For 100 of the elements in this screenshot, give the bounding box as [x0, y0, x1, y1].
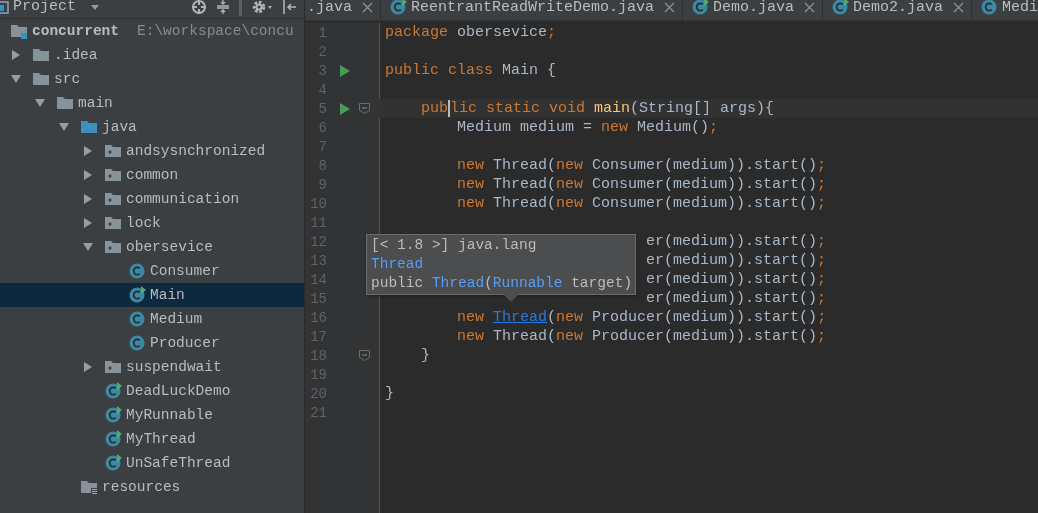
- code-line: pub lic static void main(String[] args){: [421, 99, 775, 118]
- tooltip-line: Thread: [371, 255, 425, 274]
- tree-row[interactable]: DeadLuckDemo: [0, 379, 304, 403]
- tree-item-label: common: [126, 167, 179, 183]
- folder-icon: [32, 70, 50, 88]
- code-line: er(medium)).start();: [646, 232, 827, 251]
- tree-row[interactable]: Main: [0, 283, 304, 307]
- tree-item-label: MyThread: [126, 431, 196, 447]
- tree-row[interactable]: concurrent E:\workspace\concu: [0, 19, 304, 43]
- code-line: new Thread(new Producer(medium)).start();: [457, 308, 827, 327]
- editor-tab[interactable]: Demo.java: [683, 0, 824, 20]
- settings-icon[interactable]: [251, 0, 273, 15]
- tree-row[interactable]: communication: [0, 187, 304, 211]
- tree-item-label: andsysnchronized: [126, 143, 266, 159]
- tree-item-label: suspendwait: [126, 359, 222, 375]
- tree-item-label: concurrent: [32, 23, 119, 39]
- code-line: }: [421, 346, 431, 365]
- runnable-class-icon: [104, 454, 122, 472]
- editor-tab[interactable]: .java: [305, 0, 381, 20]
- tree-row[interactable]: Producer: [0, 331, 304, 355]
- tree-item-label: UnSafeThread: [126, 455, 231, 471]
- tree-row[interactable]: Medium: [0, 307, 304, 331]
- tree-row[interactable]: lock: [0, 211, 304, 235]
- run-icon[interactable]: [340, 102, 350, 115]
- expanded-arrow-icon[interactable]: [10, 73, 22, 85]
- tree-row[interactable]: .idea: [0, 43, 304, 67]
- folder-icon: [56, 94, 74, 112]
- close-icon[interactable]: [953, 1, 965, 13]
- runnable-class-icon: [104, 430, 122, 448]
- tree-item-label: lock: [126, 215, 161, 231]
- editor-tab[interactable]: ReentrantReadWriteDemo.java: [381, 0, 684, 20]
- close-icon[interactable]: [664, 1, 676, 13]
- module-folder-icon: [10, 22, 28, 40]
- runnable-class-icon: [104, 382, 122, 400]
- code-line: new Thread(new Consumer(medium)).start();: [457, 194, 827, 213]
- run-icon[interactable]: [340, 64, 350, 77]
- code-line: public class Main {: [385, 61, 557, 80]
- code-line: er(medium)).start();: [646, 289, 827, 308]
- collapsed-arrow-icon[interactable]: [10, 49, 22, 61]
- collapsed-arrow-icon[interactable]: [82, 361, 94, 373]
- expanded-arrow-icon[interactable]: [34, 97, 46, 109]
- code-line: Medium medium = new Medium();: [457, 118, 719, 137]
- folder-icon: [32, 46, 50, 64]
- close-icon[interactable]: [362, 1, 373, 13]
- package-icon: [104, 214, 122, 232]
- tree-row[interactable]: java: [0, 115, 304, 139]
- tree-row[interactable]: andsysnchronized: [0, 139, 304, 163]
- tree-row[interactable]: src: [0, 67, 304, 91]
- collapsed-arrow-icon[interactable]: [82, 193, 94, 205]
- tree-item-label: Medium: [150, 311, 203, 327]
- code-line: package obersevice;: [385, 23, 557, 42]
- class-icon: [128, 262, 146, 280]
- code-line: new Thread(new Producer(medium)).start();: [457, 327, 827, 346]
- tree-item-label: resources: [102, 479, 181, 495]
- tree-item-label: DeadLuckDemo: [126, 383, 231, 399]
- fold-marker-icon[interactable]: [359, 350, 370, 361]
- tree-row[interactable]: suspendwait: [0, 355, 304, 379]
- target-icon[interactable]: [191, 0, 207, 15]
- package-icon: [104, 142, 122, 160]
- code-line: er(medium)).start();: [646, 251, 827, 270]
- tree-row[interactable]: MyRunnable: [0, 403, 304, 427]
- tree-row[interactable]: MyThread: [0, 427, 304, 451]
- tree-item-label: Producer: [150, 335, 220, 351]
- tree-row[interactable]: resources: [0, 475, 304, 499]
- tree-item-label: .idea: [54, 47, 98, 63]
- tooltip-line: [< 1.8 >] java.lang: [371, 236, 538, 255]
- collapsed-arrow-icon[interactable]: [82, 169, 94, 181]
- code-line: new Thread(new Consumer(medium)).start();: [457, 175, 827, 194]
- package-icon: [104, 190, 122, 208]
- collapsed-arrow-icon[interactable]: [82, 217, 94, 229]
- code-line: }: [385, 384, 394, 403]
- collapsed-arrow-icon[interactable]: [82, 145, 94, 157]
- editor-tab[interactable]: Medi: [972, 0, 1038, 20]
- tree-item-label: Main: [150, 287, 185, 303]
- tree-row[interactable]: UnSafeThread: [0, 451, 304, 475]
- source-folder-icon: [80, 118, 98, 136]
- close-icon[interactable]: [804, 1, 816, 13]
- class-icon: [128, 334, 146, 352]
- tree-row[interactable]: main: [0, 91, 304, 115]
- tree-item-label: MyRunnable: [126, 407, 213, 423]
- editor-tab[interactable]: Demo2.java: [823, 0, 973, 20]
- tree-item-label: obersevice: [126, 239, 213, 255]
- tooltip-line: public Thread(Runnable target): [371, 274, 633, 293]
- tree-row[interactable]: obersevice: [0, 235, 304, 259]
- expanded-arrow-icon[interactable]: [58, 121, 70, 133]
- expanded-arrow-icon[interactable]: [82, 241, 94, 253]
- tree-row[interactable]: Consumer: [0, 259, 304, 283]
- collapse-all-icon[interactable]: [216, 0, 230, 15]
- package-icon: [104, 166, 122, 184]
- package-icon: [104, 238, 122, 256]
- fold-marker-icon[interactable]: [359, 103, 370, 114]
- code-line: er(medium)).start();: [646, 270, 827, 289]
- class-icon: [128, 310, 146, 328]
- hide-panel-icon[interactable]: [282, 0, 298, 15]
- dropdown-caret-icon[interactable]: [90, 2, 100, 11]
- project-icon: [0, 0, 10, 14]
- code-link[interactable]: Thread: [493, 309, 548, 326]
- divider-icon: [239, 0, 242, 16]
- package-icon: [104, 358, 122, 376]
- tree-row[interactable]: common: [0, 163, 304, 187]
